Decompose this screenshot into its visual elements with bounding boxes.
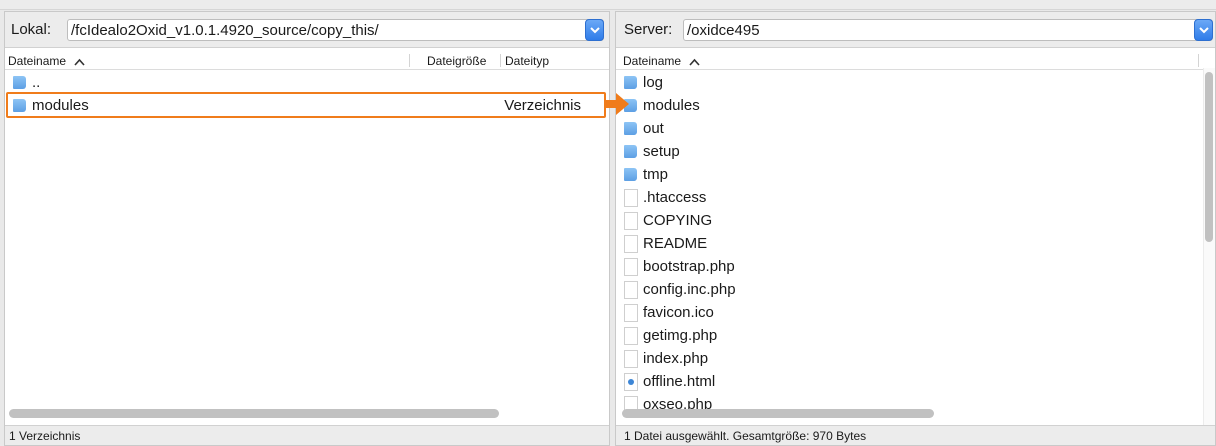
local-col-name[interactable]: Dateiname (8, 54, 85, 68)
file-icon (624, 327, 638, 345)
local-path-bar: Lokal: /fcIdealo2Oxid_v1.0.1.4920_source… (5, 12, 609, 48)
drag-source-highlight (6, 92, 606, 118)
server-path-bar: Server: /oxidce495 (616, 12, 1215, 48)
file-icon (624, 350, 638, 368)
list-item-name: offline.html (643, 373, 716, 390)
list-item-name: COPYING (643, 212, 713, 229)
column-divider[interactable] (1198, 54, 1199, 67)
list-item-name: bootstrap.php (643, 258, 735, 275)
list-item[interactable]: modules (616, 94, 1215, 117)
combo-chevron-icon (590, 27, 600, 34)
sort-ascending-icon (74, 58, 85, 66)
local-col-size[interactable]: Dateigröße (427, 54, 486, 68)
server-horizontal-scrollbar[interactable] (622, 409, 934, 418)
toolbar-edge (0, 0, 1216, 10)
local-path-combobox[interactable]: /fcIdealo2Oxid_v1.0.1.4920_source/copy_t… (67, 19, 604, 41)
file-icon (624, 189, 638, 207)
local-path-dropdown-button[interactable] (585, 19, 604, 41)
server-path-value[interactable]: /oxidce495 (687, 22, 760, 39)
list-item[interactable]: offline.html (616, 370, 1215, 393)
list-item-name: setup (643, 143, 680, 160)
list-item[interactable]: out (616, 117, 1215, 140)
list-item[interactable]: config.inc.php (616, 278, 1215, 301)
list-item-name: .. (32, 74, 41, 91)
arrow-right-icon (604, 93, 629, 115)
ftp-client-window: Lokal: /fcIdealo2Oxid_v1.0.1.4920_source… (0, 0, 1216, 446)
list-item-name: favicon.ico (643, 304, 714, 321)
server-status-text: 1 Datei ausgewählt. Gesamtgröße: 970 Byt… (624, 429, 867, 443)
list-item[interactable]: .htaccess (616, 186, 1215, 209)
server-path-dropdown-button[interactable] (1194, 19, 1213, 41)
list-item-name: README (643, 235, 708, 252)
local-path-value[interactable]: /fcIdealo2Oxid_v1.0.1.4920_source/copy_t… (71, 22, 379, 39)
list-item[interactable]: .. (5, 71, 609, 94)
local-status-text: 1 Verzeichnis (9, 429, 81, 443)
server-path-label: Server: (624, 21, 673, 38)
server-path-combobox[interactable]: /oxidce495 (683, 19, 1213, 41)
sort-ascending-icon (689, 58, 700, 66)
server-column-header: Dateiname (616, 52, 1215, 70)
local-status-bar: 1 Verzeichnis (5, 425, 609, 445)
list-item-name: config.inc.php (643, 281, 736, 298)
server-vertical-scrollbar[interactable] (1205, 72, 1213, 242)
file-icon (624, 304, 638, 322)
folder-icon (13, 76, 26, 89)
list-item-name: getimg.php (643, 327, 718, 344)
server-status-bar: 1 Datei ausgewählt. Gesamtgröße: 970 Byt… (616, 425, 1215, 445)
local-col-name-label: Dateiname (8, 54, 67, 68)
list-item-name: tmp (643, 166, 669, 183)
file-icon (624, 212, 638, 230)
list-item[interactable]: README (616, 232, 1215, 255)
list-item[interactable]: log (616, 71, 1215, 94)
server-col-name[interactable]: Dateiname (623, 54, 700, 68)
folder-icon (624, 168, 637, 181)
column-divider[interactable] (409, 54, 410, 67)
server-pane: Server: /oxidce495 Dateiname log modules o… (615, 11, 1216, 446)
html-file-icon (624, 373, 638, 391)
column-divider[interactable] (500, 54, 501, 67)
list-item[interactable]: index.php (616, 347, 1215, 370)
folder-icon (624, 145, 637, 158)
local-path-label: Lokal: (11, 21, 52, 38)
list-item[interactable]: COPYING (616, 209, 1215, 232)
local-horizontal-scrollbar[interactable] (9, 409, 499, 418)
combo-chevron-icon (1199, 27, 1209, 34)
list-item-name: .htaccess (643, 189, 707, 206)
file-icon (624, 235, 638, 253)
folder-icon (624, 76, 637, 89)
server-col-name-label: Dateiname (623, 54, 682, 68)
list-item-name: modules (643, 97, 700, 114)
list-item-name: out (643, 120, 664, 137)
file-icon (624, 258, 638, 276)
local-pane: Lokal: /fcIdealo2Oxid_v1.0.1.4920_source… (4, 11, 610, 446)
list-item[interactable]: favicon.ico (616, 301, 1215, 324)
local-col-type[interactable]: Dateityp (505, 54, 549, 68)
server-file-list: log modules out setup tmp .htaccess COPYING REA… (616, 71, 1215, 416)
list-item-name: log (643, 74, 664, 91)
folder-icon (624, 122, 637, 135)
list-item[interactable]: setup (616, 140, 1215, 163)
list-item[interactable]: bootstrap.php (616, 255, 1215, 278)
list-item-name: index.php (643, 350, 709, 367)
list-item[interactable]: getimg.php (616, 324, 1215, 347)
local-column-header: Dateiname Dateigröße Dateityp (5, 52, 609, 70)
list-item[interactable]: tmp (616, 163, 1215, 186)
file-icon (624, 281, 638, 299)
